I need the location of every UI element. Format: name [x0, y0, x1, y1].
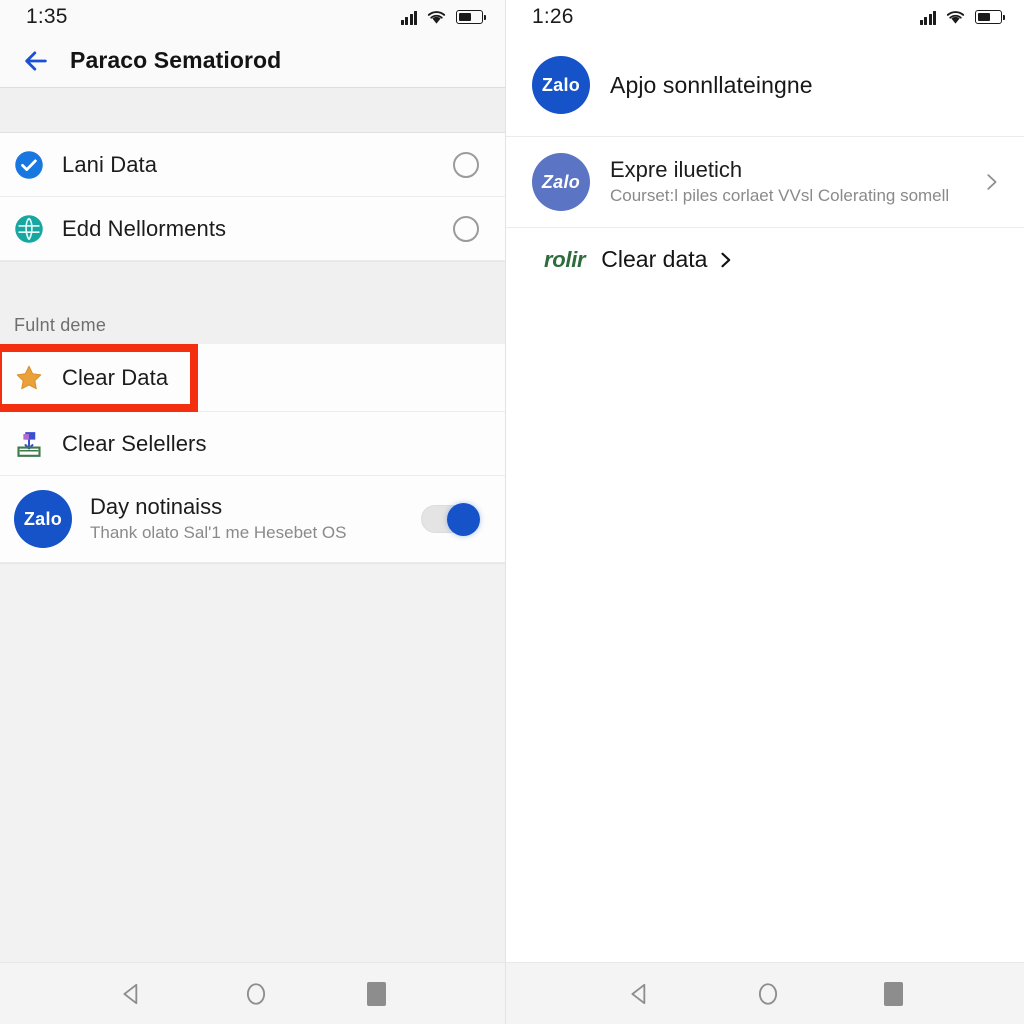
battery-icon: [456, 10, 487, 24]
zalo-avatar: Zalo: [14, 490, 72, 548]
highlighted-row-wrapper: Clear Data: [0, 344, 505, 412]
nav-home-icon[interactable]: [243, 981, 269, 1007]
list-item-label: Clear Selellers: [62, 430, 207, 456]
notification-row[interactable]: Zalo Day notinaiss Thank olato Sal'1 me …: [0, 476, 505, 563]
toggle-knob: [447, 503, 480, 536]
star-icon: [16, 365, 42, 389]
battery-icon: [975, 10, 1006, 24]
radio-circle-lani-data[interactable]: [453, 151, 479, 178]
row-subtitle: Courset:l piles corlaet VVsl Colerating …: [610, 185, 950, 205]
notification-title: Day notinaiss: [90, 494, 223, 520]
rolir-logo: rolir: [544, 246, 586, 272]
zalo-avatar: Zalo: [532, 153, 590, 211]
list-item-expre-iluetich[interactable]: Zalo Expre iluetich Courset:l piles corl…: [506, 137, 1024, 228]
row-title: Expre iluetich: [610, 157, 743, 183]
nav-recents-icon[interactable]: [883, 981, 903, 1006]
status-icons: [400, 9, 487, 25]
list-item-label: Clear Data: [62, 364, 169, 390]
section-header-label: Fulnt deme: [14, 315, 107, 335]
status-bar-left: 1:35: [0, 0, 505, 34]
app-bar: Paraco Sematiorod: [0, 34, 505, 88]
nav-recents-icon[interactable]: [367, 981, 386, 1006]
signal-bars-icon: [400, 10, 417, 25]
back-arrow-icon[interactable]: [22, 47, 50, 75]
globe-circle-icon: [15, 214, 43, 243]
page-title: Paraco Sematiorod: [70, 47, 282, 73]
clear-data-action-row[interactable]: rolir Clear data: [506, 228, 1024, 293]
dual-screenshot-container: 1:35 Paraco Sematiorod Lani Data Edd Nel…: [0, 0, 1024, 1024]
app-header-row: Zalo Apjo sonnllateingne: [506, 34, 1024, 137]
zalo-avatar: Zalo: [532, 56, 590, 114]
check-circle-icon: [15, 150, 43, 179]
nav-back-icon[interactable]: [119, 981, 145, 1007]
nav-home-icon[interactable]: [755, 981, 781, 1007]
android-nav-bar-right: [506, 962, 1024, 1024]
right-phone-screen: 1:26 Zalo Apjo sonnllateingne Zalo Expre…: [506, 0, 1024, 1024]
list-item-label: Lani Data: [62, 151, 158, 177]
radio-circle-edd-nellorments[interactable]: [453, 215, 479, 242]
nav-back-icon[interactable]: [627, 981, 653, 1007]
status-clock: 1:35: [26, 5, 68, 28]
list-item-lani-data[interactable]: Lani Data: [0, 133, 505, 197]
status-clock: 1:26: [532, 5, 574, 28]
row-text: Expre iluetich Courset:l piles corlaet V…: [610, 156, 960, 207]
list-item-edd-nellorments[interactable]: Edd Nellorments: [0, 197, 505, 261]
empty-area-right: [506, 293, 1024, 962]
chevron-right-icon: [987, 174, 997, 190]
list-item-label: Edd Nellorments: [62, 215, 227, 241]
status-icons: [919, 9, 1006, 25]
android-nav-bar-left: [0, 962, 505, 1024]
section-header-band: Fulnt deme: [0, 261, 505, 344]
top-spacer-band: [0, 88, 505, 133]
status-bar-right: 1:26: [506, 0, 1024, 34]
notification-toggle[interactable]: [421, 503, 480, 536]
notification-subtitle: Thank olato Sal'1 me Hesebet OS: [90, 522, 347, 542]
list-item-clear-data[interactable]: Clear Data: [0, 344, 505, 412]
settings-list: Lani Data Edd Nellorments: [0, 133, 505, 261]
signal-bars-icon: [919, 10, 936, 25]
clear-data-label: Clear data: [601, 246, 708, 272]
app-header-title: Apjo sonnllateingne: [610, 71, 813, 98]
notification-text: Day notinaiss Thank olato Sal'1 me Heseb…: [90, 493, 403, 544]
clear-data-label-group: Clear data: [601, 246, 735, 273]
wifi-icon: [946, 11, 965, 24]
left-phone-screen: 1:35 Paraco Sematiorod Lani Data Edd Nel…: [0, 0, 506, 1024]
list-item-clear-selellers[interactable]: Clear Selellers: [0, 412, 505, 476]
empty-area-left: [0, 563, 505, 962]
wifi-icon: [427, 11, 446, 24]
chevron-right-icon: [721, 252, 731, 267]
save-download-icon: [17, 431, 41, 457]
